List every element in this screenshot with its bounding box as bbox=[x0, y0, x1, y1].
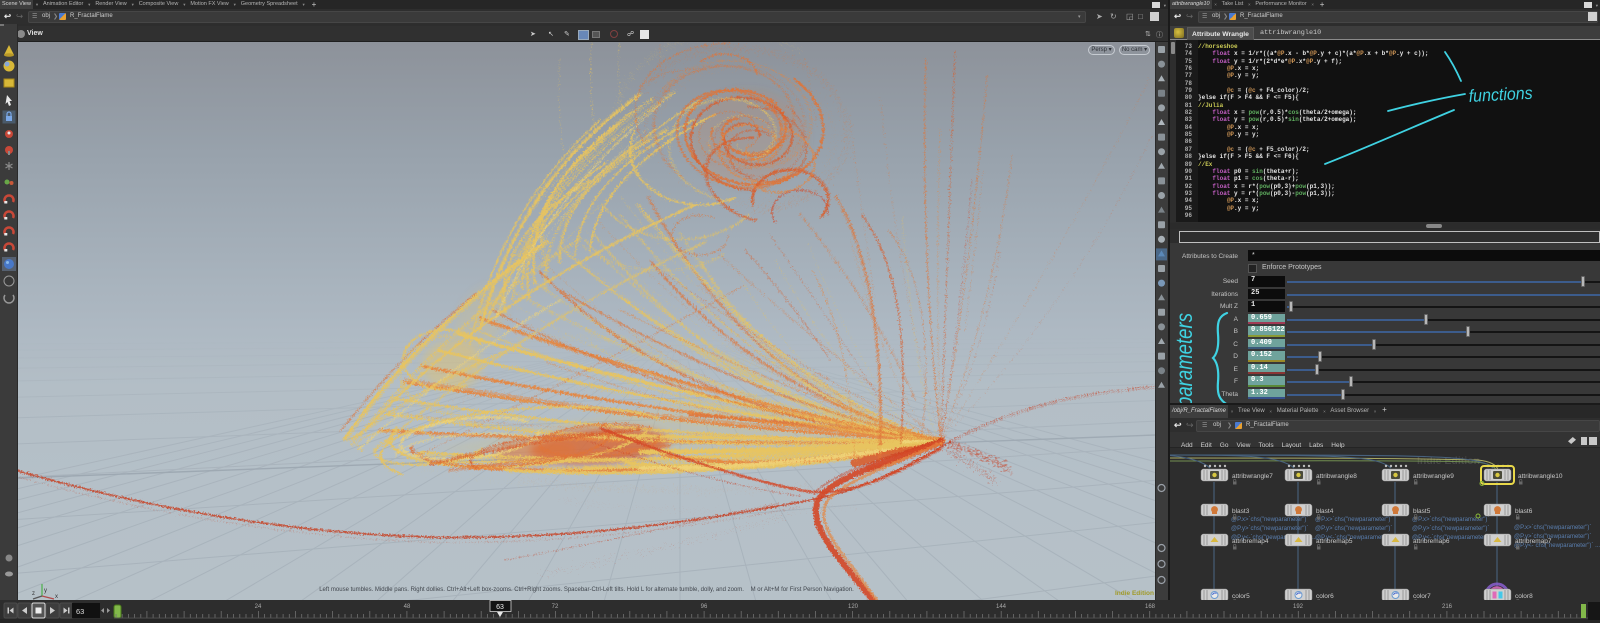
svg-text:@P.x>`chs("newparameter")`: @P.x>`chs("newparameter")` bbox=[1231, 517, 1308, 523]
svg-text:@P.y>`chs("newparameter")`: @P.y>`chs("newparameter")` bbox=[1231, 526, 1308, 532]
svg-text:color5: color5 bbox=[1232, 593, 1250, 600]
svg-text:attribwrangle7: attribwrangle7 bbox=[1232, 473, 1273, 480]
svg-text:attribremap4: attribremap4 bbox=[1232, 538, 1269, 545]
svg-text:144: 144 bbox=[996, 604, 1007, 610]
svg-text:@P.y>`chs("newparameter")`: @P.y>`chs("newparameter")` bbox=[1315, 526, 1392, 532]
svg-text:attribremap5: attribremap5 bbox=[1316, 538, 1353, 545]
svg-text:color8: color8 bbox=[1515, 593, 1533, 600]
svg-text:192: 192 bbox=[1293, 604, 1304, 610]
svg-text:96: 96 bbox=[701, 604, 708, 610]
svg-text:attribremap6: attribremap6 bbox=[1413, 538, 1450, 545]
svg-text:y: y bbox=[44, 588, 47, 594]
svg-text:63: 63 bbox=[496, 604, 504, 611]
svg-text:@P.x>`chs("newparameter")`: @P.x>`chs("newparameter")` bbox=[1514, 525, 1591, 531]
svg-text:attribwrangle9: attribwrangle9 bbox=[1413, 473, 1454, 480]
svg-text:120: 120 bbox=[848, 604, 859, 610]
svg-text:attribwrangle10: attribwrangle10 bbox=[1518, 473, 1563, 480]
svg-text:z: z bbox=[32, 591, 35, 597]
svg-text:attribremap7: attribremap7 bbox=[1515, 538, 1552, 545]
svg-text:attribwrangle8: attribwrangle8 bbox=[1316, 473, 1357, 480]
svg-text:72: 72 bbox=[552, 604, 559, 610]
svg-text:parameters: parameters bbox=[1171, 313, 1197, 408]
svg-text:@P.y>`chs("newparameter")`: @P.y>`chs("newparameter")` bbox=[1412, 526, 1489, 532]
svg-text:blast3: blast3 bbox=[1232, 508, 1250, 515]
svg-text:functions: functions bbox=[1468, 83, 1533, 106]
svg-text:color7: color7 bbox=[1413, 593, 1431, 600]
svg-text:blast4: blast4 bbox=[1316, 508, 1334, 515]
svg-text:48: 48 bbox=[404, 604, 411, 610]
svg-text:168: 168 bbox=[1145, 604, 1156, 610]
svg-text:blast6: blast6 bbox=[1515, 508, 1533, 515]
svg-text:216: 216 bbox=[1442, 604, 1453, 610]
svg-text:color6: color6 bbox=[1316, 593, 1334, 600]
svg-text:24: 24 bbox=[255, 604, 262, 610]
svg-text:blast5: blast5 bbox=[1413, 508, 1431, 515]
svg-text:@P.x>`chs("newparameter")`: @P.x>`chs("newparameter")` bbox=[1315, 517, 1392, 523]
svg-text:63: 63 bbox=[76, 607, 84, 616]
